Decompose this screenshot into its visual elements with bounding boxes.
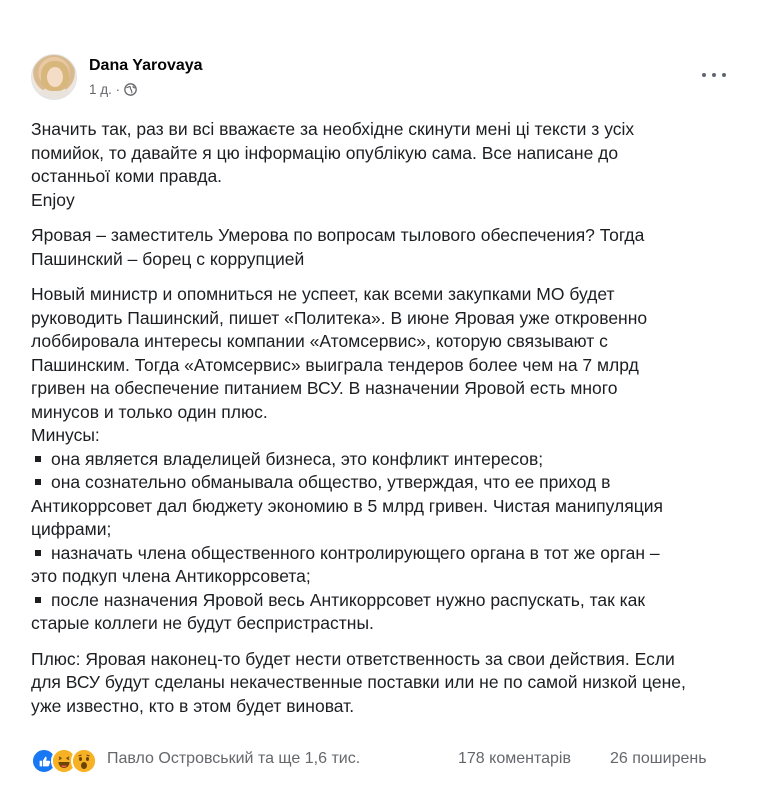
author-avatar[interactable] [31, 54, 77, 100]
headline-block: Яровая – заместитель Умерова по вопросам… [31, 224, 731, 271]
more-options-icon[interactable] [702, 68, 726, 82]
text-line: Плюс: Яровая наконец-то будет нести отве… [31, 648, 675, 669]
text-line: лоббировала интересы компании «Атомсерви… [31, 331, 608, 351]
conclusion-block: Плюс: Яровая наконец-то будет нести отве… [31, 648, 731, 719]
reaction-icons[interactable] [31, 748, 97, 774]
wow-icon [71, 748, 97, 774]
facebook-post: Dana Yarovaya 1 д. · Значить так, раз ви… [0, 0, 764, 800]
author-name[interactable]: Dana Yarovaya [89, 57, 203, 75]
text-line: Яровая – заместитель Умерова по вопросам… [31, 225, 645, 245]
bullet-square-icon [35, 455, 41, 462]
text-line: цифрами; [31, 519, 112, 539]
text-line: Пашинский – борец с коррупцией [31, 248, 305, 269]
reactions-summary[interactable]: Павло Островський та ще 1,6 тис. [107, 750, 360, 768]
minuses-list: она является владелицей бизнеса, это кон… [31, 448, 731, 636]
text-line: для ВСУ будут сделаны некачественные пос… [31, 672, 686, 692]
post-time[interactable]: 1 д. · [89, 82, 120, 97]
text-line: Антикоррсовет дал бюджету экономию в 5 м… [31, 495, 663, 516]
list-item: после назначения Яровой весь Антикоррсов… [31, 589, 731, 613]
comments-count[interactable]: 178 коментарів [458, 750, 571, 768]
text-line: это подкуп члена Антикоррсовета; [31, 566, 311, 586]
bullet-square-icon [35, 596, 41, 603]
text-line: помийок, то давайте я цю інформацію опуб… [31, 142, 619, 163]
post-text: Значить так, раз ви всі вважаєте за необ… [31, 118, 731, 718]
post-footer: Павло Островський та ще 1,6 тис. 178 ком… [31, 748, 718, 774]
body-block: Новый министр и опомниться не успеет, ка… [31, 283, 731, 448]
text-line: старые коллеги не будут беспристрастны. [31, 613, 374, 633]
globe-icon [124, 83, 137, 96]
text-line: гривен на обеспечение питанием ВСУ. В на… [31, 378, 618, 398]
text-line: уже известно, кто в этом будет виноват. [31, 695, 355, 716]
text-line: Минусы: [31, 425, 100, 445]
post-meta: 1 д. · [89, 82, 137, 97]
text-line: останньої коми правда. [31, 166, 223, 186]
bullet-square-icon [35, 479, 41, 486]
text-line: руководить Пашинский, пишет «Политека». … [31, 307, 648, 328]
post-header: Dana Yarovaya 1 д. · [31, 54, 734, 104]
shares-count[interactable]: 26 поширень [610, 750, 707, 768]
text-line: Новый министр и опомниться не успеет, ка… [31, 284, 615, 304]
list-item: назначать члена общественного контролиру… [31, 542, 731, 566]
list-item: она сознательно обманывала общество, утв… [31, 471, 731, 495]
intro-block: Значить так, раз ви всі вважаєте за необ… [31, 118, 731, 212]
text-line: Значить так, раз ви всі вважаєте за необ… [31, 119, 635, 139]
text-line: минусов и только один плюс. [31, 401, 268, 422]
text-line: Пашинским. Тогда «Атомсервис» выиграла т… [31, 354, 639, 375]
bullet-square-icon [35, 549, 41, 556]
list-item: она является владелицей бизнеса, это кон… [31, 448, 731, 472]
text-line: Enjoy [31, 189, 75, 210]
